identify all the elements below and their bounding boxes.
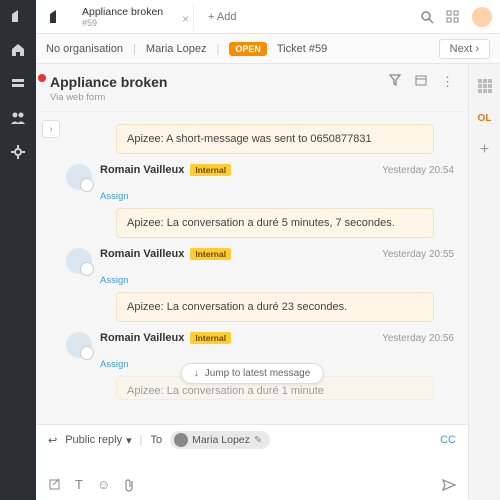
author-avatar[interactable] <box>66 332 92 358</box>
page-title: Appliance broken <box>50 74 167 90</box>
recipient-avatar-icon <box>174 433 188 447</box>
compose-textarea[interactable] <box>48 449 456 477</box>
internal-tag: Internal <box>190 332 231 344</box>
collapse-chevron-icon[interactable]: › <box>42 120 60 138</box>
close-tab-icon[interactable]: × <box>182 12 189 26</box>
to-label: To <box>150 434 162 446</box>
jump-to-latest-button[interactable]: ↓ Jump to latest message <box>181 363 324 384</box>
author-name[interactable]: Romain Vailleux <box>100 332 184 344</box>
author-name[interactable]: Romain Vailleux <box>100 248 184 260</box>
message-time: Yesterday 20:54 <box>382 165 454 176</box>
tab-bar: Appliance broken #59 × + Add <box>36 0 500 34</box>
message-time: Yesterday 20:56 <box>382 333 454 344</box>
status-badge: OPEN <box>229 42 267 56</box>
edit-recipient-icon[interactable]: ✎ <box>254 435 262 446</box>
insert-link-icon[interactable] <box>48 478 61 491</box>
admin-gear-icon[interactable] <box>10 144 26 160</box>
tab-subtitle: #59 <box>82 18 177 28</box>
ticket-via: Via web form <box>50 92 167 103</box>
add-app-icon[interactable]: + <box>477 142 493 158</box>
search-icon[interactable] <box>420 10 434 24</box>
message-time: Yesterday 20:55 <box>382 249 454 260</box>
unread-dot-icon <box>38 74 46 82</box>
filter-icon[interactable] <box>389 74 401 90</box>
attachment-icon[interactable] <box>124 478 135 492</box>
cc-button[interactable]: CC <box>440 434 456 446</box>
author-avatar[interactable] <box>66 164 92 190</box>
internal-tag: Internal <box>190 164 231 176</box>
events-icon[interactable] <box>415 74 427 90</box>
internal-tag: Internal <box>190 248 231 260</box>
message-list: › Apizee: A short-message was sent to 06… <box>36 112 468 424</box>
recipient-chip[interactable]: Maria Lopez ✎ <box>170 431 270 449</box>
more-icon[interactable]: ⋮ <box>441 74 454 90</box>
assign-link[interactable]: Assign <box>100 191 454 202</box>
tab-title: Appliance broken <box>82 6 177 18</box>
author-name[interactable]: Romain Vailleux <box>100 164 184 176</box>
message-body: Apizee: La conversation a duré 5 minutes… <box>116 208 434 238</box>
views-icon[interactable] <box>10 76 26 92</box>
add-tab-button[interactable]: + Add <box>200 7 244 27</box>
logo-icon[interactable] <box>10 8 26 24</box>
apps-grid-icon[interactable] <box>446 10 460 24</box>
left-nav-rail <box>0 0 36 500</box>
message: Romain Vailleux Internal Yesterday 20:55 As… <box>66 248 454 322</box>
download-arrow-icon: ↓ <box>194 368 199 379</box>
crumb-ticket[interactable]: Ticket #59 <box>277 43 327 55</box>
assign-link[interactable]: Assign <box>100 275 454 286</box>
ticket-header: Appliance broken Via web form ⋮ <box>36 64 468 112</box>
format-text-icon[interactable]: T <box>75 477 83 492</box>
reply-type-selector[interactable]: Public reply ▾ <box>65 434 131 447</box>
crumb-org[interactable]: No organisation <box>46 43 123 55</box>
emoji-icon[interactable]: ☺ <box>97 477 110 492</box>
profile-avatar[interactable] <box>472 7 492 27</box>
app-shortcut-icon[interactable]: OL <box>477 110 493 126</box>
crumb-user[interactable]: Maria Lopez <box>146 43 207 55</box>
message-body: Apizee: La conversation a duré 23 second… <box>116 292 434 322</box>
send-icon[interactable] <box>442 479 456 491</box>
breadcrumb: No organisation | Maria Lopez | OPEN Tic… <box>36 34 500 64</box>
reply-arrow-icon[interactable]: ↩ <box>48 434 57 447</box>
customers-icon[interactable] <box>10 110 26 126</box>
apps-rail: OL + <box>468 64 500 500</box>
chevron-down-icon: ▾ <box>126 434 132 447</box>
internal-note: Apizee: A short-message was sent to 0650… <box>116 124 434 154</box>
next-button[interactable]: Next › <box>439 39 490 59</box>
composer: ↩ Public reply ▾ | To Maria Lopez ✎ CC <box>36 424 468 500</box>
ticket-tab[interactable]: Appliance broken #59 × <box>74 4 194 30</box>
author-avatar[interactable] <box>66 248 92 274</box>
product-tab-icon[interactable] <box>44 5 68 29</box>
home-icon[interactable] <box>10 42 26 58</box>
apps-grid-icon[interactable] <box>477 78 493 94</box>
message: Romain Vailleux Internal Yesterday 20:54 As… <box>66 164 454 238</box>
